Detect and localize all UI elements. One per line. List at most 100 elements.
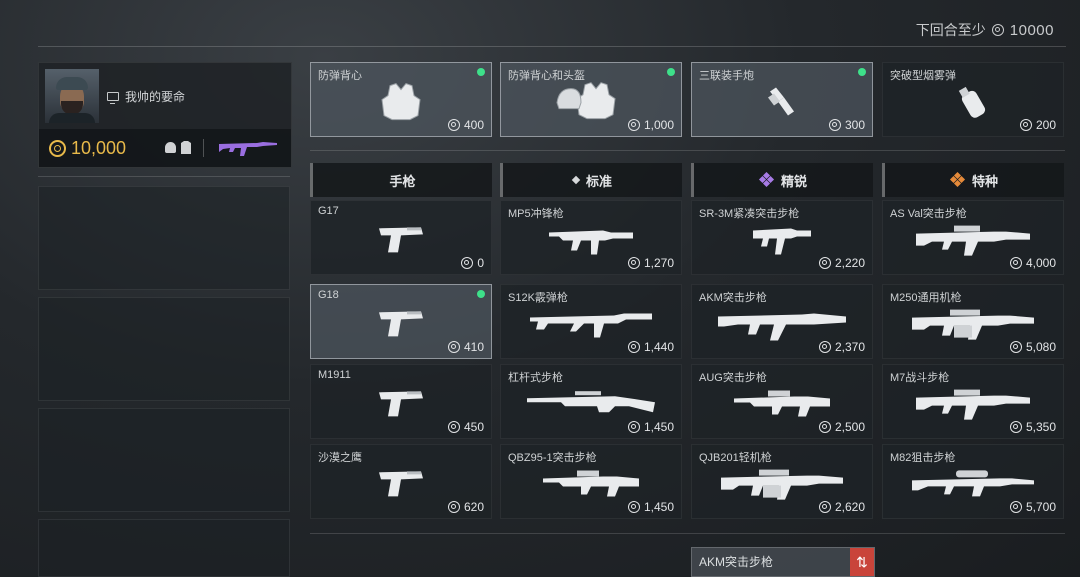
pistol-weapon-icon (379, 390, 423, 416)
helmet-icon (165, 142, 176, 153)
rifle-weapon-icon (916, 389, 1030, 420)
coin-icon (828, 119, 841, 131)
weapon-card[interactable]: AUG突击步枪 2,500 (691, 364, 873, 439)
column-header-special: 特种 (882, 163, 1064, 197)
rifle-weapon-icon (916, 225, 1030, 256)
divider (38, 176, 290, 177)
divider (203, 139, 204, 157)
item-price: 300 (828, 118, 865, 132)
top-bar: 下回合至少 10000 (38, 0, 1066, 47)
weapon-card[interactable]: 沙漠之鹰 620 (310, 444, 492, 519)
item-name: M82狙击步枪 (890, 452, 956, 464)
coin-icon (818, 421, 831, 433)
teammate-slot (38, 186, 290, 290)
coin-icon (818, 341, 831, 353)
avatar (45, 69, 99, 123)
owned-indicator (667, 68, 675, 76)
item-price: 1,450 (627, 500, 674, 514)
equipment-card[interactable]: 三联装手炮 300 (691, 62, 873, 137)
item-name: G17 (318, 205, 339, 217)
pistol-weapon-icon (379, 470, 423, 496)
item-price: 1,450 (627, 420, 674, 434)
item-name: G18 (318, 289, 339, 301)
column-header-standard: 标准 (500, 163, 682, 197)
coin-icon (1009, 341, 1022, 353)
player-name: 我帅的要命 (125, 90, 186, 104)
price-value: 200 (1035, 118, 1056, 132)
price-value: 300 (844, 118, 865, 132)
price-value: 5,350 (1025, 420, 1056, 434)
equipment-card[interactable]: 防弹背心 400 (310, 62, 492, 137)
item-name: 三联装手炮 (699, 70, 754, 82)
player-loadout-bar: 10,000 (39, 129, 291, 167)
weapon-card[interactable]: QJB201轻机枪 2,620 (691, 444, 873, 519)
item-name: 突破型烟雾弹 (890, 70, 956, 82)
elite-icon (758, 171, 775, 188)
coin-icon (447, 421, 460, 433)
weapon-card[interactable]: M82狙击步枪 5,700 (882, 444, 1064, 519)
price-value: 450 (463, 420, 484, 434)
weapon-card[interactable]: SR-3M紧凑突击步枪 2,220 (691, 200, 873, 275)
weapon-card[interactable]: M1911 450 (310, 364, 492, 439)
price-value: 620 (463, 500, 484, 514)
player-money: 10,000 (49, 138, 126, 159)
weapon-card[interactable]: 杠杆式步枪 1,450 (500, 364, 682, 439)
item-price: 1,440 (627, 340, 674, 354)
item-name: SR-3M紧凑突击步枪 (699, 208, 800, 220)
weapon-card[interactable]: M250通用机枪 5,080 (882, 284, 1064, 359)
lmg-weapon-icon (912, 309, 1034, 340)
weapon-card[interactable]: S12K霰弹枪 1,440 (500, 284, 682, 359)
player-card: 我帅的要命 10,000 (38, 62, 292, 168)
equipment-card[interactable]: 防弹背心和头盔 1,000 (500, 62, 682, 137)
item-name: AKM突击步枪 (699, 292, 767, 304)
owned-indicator (477, 290, 485, 298)
item-price: 1,000 (627, 118, 674, 132)
equipment-card[interactable]: 突破型烟雾弹 200 (882, 62, 1064, 137)
item-price: 2,620 (818, 500, 865, 514)
divider (310, 150, 1065, 151)
coin-icon (1009, 257, 1022, 269)
weapon-card[interactable]: MP5冲锋枪 1,270 (500, 200, 682, 275)
vest-helmet-icon (556, 81, 616, 119)
divider (310, 533, 1065, 534)
selected-weapon-slot[interactable]: AKM突击步枪 ⇅ (691, 547, 875, 577)
item-name: 防弹背心 (318, 70, 362, 82)
coin-icon (461, 257, 474, 269)
column-header-pistol: 手枪 (310, 163, 492, 197)
price-value: 1,440 (643, 340, 674, 354)
item-price: 2,220 (818, 256, 865, 270)
item-price: 400 (447, 118, 484, 132)
coin-icon (1009, 421, 1022, 433)
weapon-card[interactable]: G18 410 (310, 284, 492, 359)
weapon-card[interactable]: QBZ95-1突击步枪 1,450 (500, 444, 682, 519)
special-icon (949, 171, 966, 188)
price-value: 2,620 (834, 500, 865, 514)
coin-icon (1009, 501, 1022, 513)
bullpup-weapon-icon (734, 390, 830, 417)
price-value: 0 (477, 256, 484, 270)
money-amount: 10,000 (71, 138, 127, 158)
item-price: 5,080 (1009, 340, 1056, 354)
item-price: 200 (1019, 118, 1056, 132)
monitor-icon (107, 92, 119, 104)
coin-icon (627, 341, 640, 353)
price-value: 1,270 (643, 256, 674, 270)
coin-icon (627, 501, 640, 513)
lever-weapon-icon (527, 390, 655, 412)
vest-icon (381, 82, 421, 120)
weapon-card[interactable]: AKM突击步枪 2,370 (691, 284, 873, 359)
coin-icon (818, 501, 831, 513)
item-name: AUG突击步枪 (699, 372, 767, 384)
coin-icon (447, 119, 460, 131)
weapon-card[interactable]: M7战斗步枪 5,350 (882, 364, 1064, 439)
price-value: 2,370 (834, 340, 865, 354)
weapon-card[interactable]: G17 0 (310, 200, 492, 275)
vest-icon (181, 141, 191, 154)
price-value: 400 (463, 118, 484, 132)
coin-icon (991, 24, 1004, 36)
diamond-icon (571, 175, 581, 185)
item-name: M1911 (318, 369, 351, 381)
smg-weapon-icon (549, 230, 633, 255)
weapon-card[interactable]: AS Val突击步枪 4,000 (882, 200, 1064, 275)
swap-icon[interactable]: ⇅ (850, 548, 874, 576)
